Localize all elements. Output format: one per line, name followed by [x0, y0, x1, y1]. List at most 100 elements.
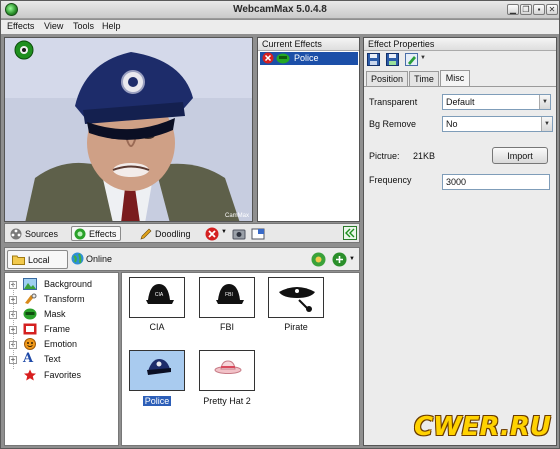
tab-sources-label: Sources: [25, 229, 59, 239]
frame-icon: [23, 323, 37, 335]
tree-item-label: Favorites: [44, 370, 82, 380]
tab-time[interactable]: Time: [409, 71, 439, 86]
globe-icon: [71, 252, 84, 265]
mask-icon: [23, 308, 37, 320]
pretty-hat-icon: [214, 360, 242, 374]
bg-remove-select[interactable]: No ▼: [442, 116, 553, 132]
effect-properties-panel: Effect Properties ▼ Position Time Misc T…: [363, 37, 557, 446]
transparent-value: Default: [446, 97, 475, 107]
frequency-input[interactable]: 3000: [442, 174, 550, 190]
transform-icon: [25, 293, 37, 304]
window-title: WebcamMax 5.0.4.8: [233, 4, 327, 15]
effect-thumb-fbi[interactable]: FBI: [199, 277, 255, 318]
tab-position[interactable]: Position: [366, 71, 408, 86]
tab-online[interactable]: Online: [71, 250, 131, 269]
close-icon[interactable]: ✕: [546, 4, 558, 15]
effect-thumb-cia[interactable]: CIA: [129, 277, 185, 318]
effect-label-fbi[interactable]: FBI: [192, 322, 262, 332]
effects-grid: CIA CIA FBI FBI Pirate Police Pretty Hat…: [121, 272, 360, 446]
police-cap-icon: [147, 359, 171, 375]
collapse-left-icon[interactable]: [343, 226, 357, 240]
chevron-down-icon[interactable]: ▼: [221, 229, 227, 235]
film-reel-icon: [10, 228, 22, 240]
folder-icon: [12, 255, 25, 265]
effect-thumb-pretty-hat-2[interactable]: [199, 350, 255, 391]
effect-properties-header: Effect Properties: [364, 38, 556, 51]
pirate-hat-icon: [279, 287, 315, 312]
landscape-icon: [23, 278, 37, 290]
effect-label-police-text: Police: [142, 396, 172, 406]
police-effect-icon: [276, 53, 290, 64]
tab-doodling-label: Doodling: [155, 229, 191, 239]
current-effect-item[interactable]: Police: [260, 52, 358, 65]
remove-icon[interactable]: [262, 52, 274, 64]
edit-icon[interactable]: [405, 53, 418, 66]
import-effect-icon[interactable]: [311, 252, 326, 267]
edit-dropdown-icon[interactable]: ▼: [420, 55, 426, 61]
tab-misc[interactable]: Misc: [440, 70, 470, 86]
import-button[interactable]: Import: [492, 147, 548, 164]
chevron-down-icon[interactable]: ▼: [349, 256, 355, 262]
picture-size: 21KB: [413, 151, 436, 161]
tree-item-label: Emotion: [44, 339, 78, 349]
fbi-cap-icon: FBI: [216, 284, 244, 304]
webcam-badge-icon[interactable]: [14, 40, 34, 60]
bg-remove-value: No: [446, 119, 458, 129]
webcam-image: [5, 38, 252, 221]
effect-thumb-police[interactable]: [129, 350, 185, 391]
tab-effects[interactable]: Effects: [71, 226, 122, 241]
menu-tools[interactable]: Tools: [73, 21, 94, 31]
camera-icon[interactable]: [232, 228, 246, 240]
effect-thumb-pirate[interactable]: [268, 277, 324, 318]
minimize-icon[interactable]: ▁: [507, 4, 519, 15]
remove-effect-icon[interactable]: [205, 227, 219, 241]
chevron-down-icon[interactable]: ▼: [541, 117, 552, 131]
tree-item-label: Frame: [44, 324, 71, 334]
effect-options-icon[interactable]: [332, 252, 347, 267]
tab-local-label: Local: [28, 255, 50, 265]
category-tree: + Background + Transform + Mask + Frame …: [4, 272, 119, 446]
frequency-label: Frequency: [369, 175, 412, 185]
title-bar: WebcamMax 5.0.4.8 ▁ ❐ ▪ ✕: [1, 1, 559, 19]
tab-doodling[interactable]: Doodling: [137, 226, 196, 241]
transparent-select[interactable]: Default ▼: [442, 94, 551, 110]
transparent-label: Transparent: [369, 97, 418, 107]
menu-help[interactable]: Help: [102, 21, 121, 31]
effect-label-police[interactable]: Police: [122, 396, 192, 406]
restore-icon[interactable]: ❐: [520, 4, 532, 15]
tree-guide-line: [13, 283, 14, 369]
app-window: WebcamMax 5.0.4.8 ▁ ❐ ▪ ✕ Effects View T…: [0, 0, 560, 449]
library-toolbar: Local Online ▼: [4, 247, 360, 271]
tab-online-label: Online: [86, 254, 113, 264]
effect-label-cia[interactable]: CIA: [122, 322, 192, 332]
picture-label: Pictrue:: [369, 151, 400, 161]
save-icon[interactable]: [367, 53, 380, 66]
effect-label-pretty-hat-2[interactable]: Pretty Hat 2: [192, 396, 262, 406]
current-effects-header: Current Effects: [258, 38, 359, 51]
effect-label-pirate[interactable]: Pirate: [261, 322, 331, 332]
skin-icon[interactable]: ▪: [533, 4, 545, 15]
menu-effects[interactable]: Effects: [7, 21, 34, 31]
cia-cap-text: CIA: [155, 292, 164, 298]
tree-item-label: Transform: [44, 294, 85, 304]
video-watermark: CamMax: [224, 213, 249, 219]
mode-toolbar: Sources Effects Doodling ▼: [4, 223, 360, 243]
tree-item-label: Mask: [44, 309, 66, 319]
menu-view[interactable]: View: [44, 21, 63, 31]
resize-icon[interactable]: [251, 228, 265, 240]
chevron-down-icon[interactable]: ▼: [539, 95, 550, 109]
tree-item-label: Background: [44, 279, 93, 289]
cia-cap-icon: CIA: [146, 284, 174, 304]
tab-local[interactable]: Local: [7, 250, 68, 269]
menu-bar: Effects View Tools Help: [1, 20, 559, 34]
tab-divider: [364, 86, 556, 87]
save-as-icon[interactable]: [386, 53, 399, 66]
effects-icon: [74, 228, 86, 240]
video-preview[interactable]: CamMax: [4, 37, 253, 222]
tree-item-label: Text: [44, 354, 61, 364]
star-icon: [24, 369, 36, 381]
tab-sources[interactable]: Sources: [7, 226, 63, 241]
pencil-icon: [140, 228, 152, 240]
bg-remove-label: Bg Remove: [369, 119, 417, 129]
text-icon: A: [23, 351, 34, 366]
